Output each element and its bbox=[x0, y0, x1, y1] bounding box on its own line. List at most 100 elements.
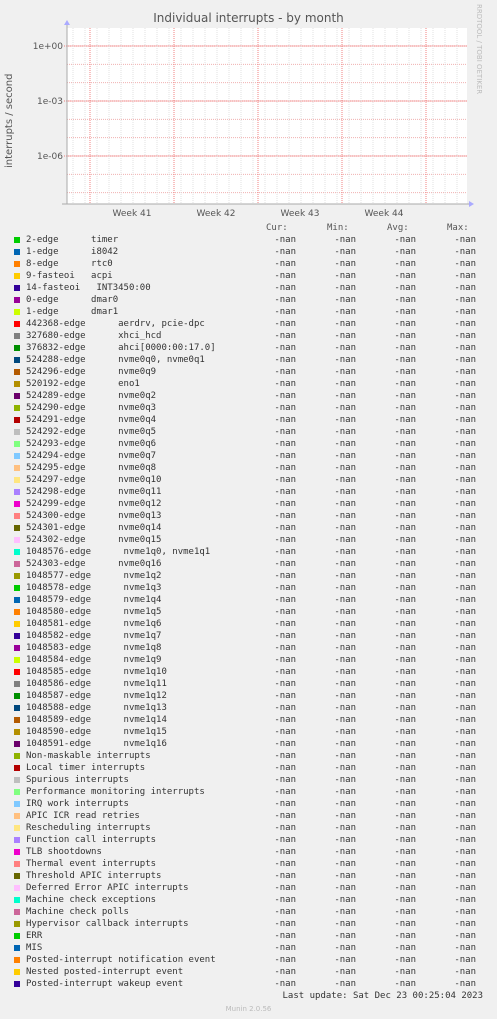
legend-avg-value: -nan bbox=[394, 907, 416, 917]
legend-cur-value: -nan bbox=[274, 463, 296, 473]
legend-swatch bbox=[14, 273, 20, 279]
legend-swatch bbox=[14, 357, 20, 363]
legend-row: 1048581-edge nvme1q6 -nan -nan -nan -nan bbox=[0, 618, 497, 630]
legend-avg-value: -nan bbox=[394, 403, 416, 413]
legend-swatch bbox=[14, 621, 20, 627]
legend-label: 524302-edge nvme0q15 bbox=[26, 535, 162, 545]
legend-avg-value: -nan bbox=[394, 499, 416, 509]
legend-row: 1048588-edge nvme1q13 -nan -nan -nan -nan bbox=[0, 702, 497, 714]
legend-swatch bbox=[14, 417, 20, 423]
legend-cur-value: -nan bbox=[274, 475, 296, 485]
legend-min-value: -nan bbox=[334, 787, 356, 797]
legend-swatch bbox=[14, 873, 20, 879]
legend-max-value: -nan bbox=[454, 691, 476, 701]
legend-cur-value: -nan bbox=[274, 955, 296, 965]
legend-swatch bbox=[14, 741, 20, 747]
legend-cur-value: -nan bbox=[274, 559, 296, 569]
legend-min-value: -nan bbox=[334, 415, 356, 425]
legend-swatch bbox=[14, 393, 20, 399]
legend-label: Machine check exceptions bbox=[26, 895, 157, 905]
legend-row: 524291-edge nvme0q4 -nan -nan -nan -nan bbox=[0, 414, 497, 426]
legend-label: 1048578-edge nvme1q3 bbox=[26, 583, 162, 593]
legend-swatch bbox=[14, 729, 20, 735]
legend-label: 1-edge i8042 bbox=[26, 247, 119, 257]
y-ticks: 1e+00 1e-03 1e-06 bbox=[33, 42, 64, 162]
legend-max-value: -nan bbox=[454, 499, 476, 509]
legend-swatch bbox=[14, 513, 20, 519]
legend-avg-value: -nan bbox=[394, 631, 416, 641]
legend-min-value: -nan bbox=[334, 307, 356, 317]
legend-swatch bbox=[14, 825, 20, 831]
legend-min-value: -nan bbox=[334, 919, 356, 929]
legend-cur-value: -nan bbox=[274, 487, 296, 497]
legend-avg-value: -nan bbox=[394, 283, 416, 293]
legend-swatch bbox=[14, 597, 20, 603]
legend-max-value: -nan bbox=[454, 571, 476, 581]
legend-row: 1048591-edge nvme1q16 -nan -nan -nan -nan bbox=[0, 738, 497, 750]
legend-label: 327680-edge xhci_hcd bbox=[26, 331, 162, 341]
legend-label: Spurious interrupts bbox=[26, 775, 129, 785]
legend-avg-value: -nan bbox=[394, 523, 416, 533]
legend-swatch bbox=[14, 261, 20, 267]
legend-label: ERR bbox=[26, 931, 43, 941]
legend-swatch bbox=[14, 549, 20, 555]
legend-avg-value: -nan bbox=[394, 787, 416, 797]
legend-min-value: -nan bbox=[334, 655, 356, 665]
legend-max-value: -nan bbox=[454, 319, 476, 329]
legend-max-value: -nan bbox=[454, 283, 476, 293]
legend-row: 1048577-edge nvme1q2 -nan -nan -nan -nan bbox=[0, 570, 497, 582]
legend-avg-value: -nan bbox=[394, 799, 416, 809]
legend-label: 1048576-edge nvme1q0, nvme1q1 bbox=[26, 547, 211, 557]
legend-avg-value: -nan bbox=[394, 931, 416, 941]
x-tick-label: Week 41 bbox=[113, 209, 152, 219]
legend-cur-value: -nan bbox=[274, 775, 296, 785]
plot-background bbox=[67, 28, 467, 204]
legend-row: MIS -nan -nan -nan -nan bbox=[0, 942, 497, 954]
legend-label: 1048577-edge nvme1q2 bbox=[26, 571, 162, 581]
legend-cur-value: -nan bbox=[274, 931, 296, 941]
legend-max-value: -nan bbox=[454, 271, 476, 281]
legend-row: Non-maskable interrupts -nan -nan -nan -nan bbox=[0, 750, 497, 762]
legend-swatch bbox=[14, 237, 20, 243]
legend-cur-value: -nan bbox=[274, 583, 296, 593]
legend-cur-value: -nan bbox=[274, 979, 296, 989]
legend-min-value: -nan bbox=[334, 859, 356, 869]
legend-min-value: -nan bbox=[334, 883, 356, 893]
legend-avg-value: -nan bbox=[394, 919, 416, 929]
last-update: Last update: Sat Dec 23 00:25:04 2023 bbox=[282, 991, 483, 1001]
legend-label: 524289-edge nvme0q2 bbox=[26, 391, 157, 401]
legend-max-value: -nan bbox=[454, 619, 476, 629]
legend-label: TLB shootdowns bbox=[26, 847, 102, 857]
legend-avg-value: -nan bbox=[394, 259, 416, 269]
legend-label: 524300-edge nvme0q13 bbox=[26, 511, 162, 521]
legend-label: Performance monitoring interrupts bbox=[26, 787, 205, 797]
legend-avg-value: -nan bbox=[394, 847, 416, 857]
legend-row: 9-fasteoi acpi -nan -nan -nan -nan bbox=[0, 270, 497, 282]
legend-cur-value: -nan bbox=[274, 451, 296, 461]
legend-cur-value: -nan bbox=[274, 235, 296, 245]
legend-cur-value: -nan bbox=[274, 631, 296, 641]
legend-min-value: -nan bbox=[334, 451, 356, 461]
legend-max-value: -nan bbox=[454, 523, 476, 533]
legend-avg-value: -nan bbox=[394, 463, 416, 473]
legend-swatch bbox=[14, 381, 20, 387]
legend-swatch bbox=[14, 477, 20, 483]
legend-label: Hypervisor callback interrupts bbox=[26, 919, 189, 929]
legend-swatch bbox=[14, 561, 20, 567]
legend-min-value: -nan bbox=[334, 379, 356, 389]
legend-min-value: -nan bbox=[334, 751, 356, 761]
legend-label: 1048586-edge nvme1q11 bbox=[26, 679, 167, 689]
legend-swatch bbox=[14, 765, 20, 771]
legend-min-value: -nan bbox=[334, 667, 356, 677]
legend-cur-value: -nan bbox=[274, 679, 296, 689]
legend-row: Local timer interrupts -nan -nan -nan -nan bbox=[0, 762, 497, 774]
legend-row: Posted-interrupt wakeup event -nan -nan -na… bbox=[0, 978, 497, 990]
legend-cur-value: -nan bbox=[274, 619, 296, 629]
legend-cur-value: -nan bbox=[274, 571, 296, 581]
legend-cur-value: -nan bbox=[274, 499, 296, 509]
legend-min-value: -nan bbox=[334, 823, 356, 833]
x-tick-label: Week 44 bbox=[365, 209, 404, 219]
legend-swatch bbox=[14, 333, 20, 339]
legend-cur-value: -nan bbox=[274, 727, 296, 737]
legend-max-value: -nan bbox=[454, 415, 476, 425]
